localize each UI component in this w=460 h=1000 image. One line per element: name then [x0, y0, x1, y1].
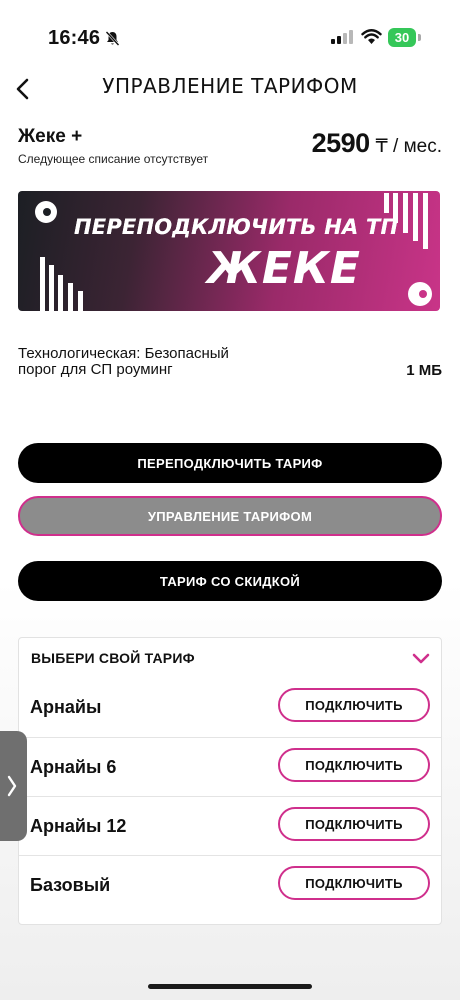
tariff-name: Жеке + [18, 126, 83, 147]
manage-tariff-button[interactable]: УПРАВЛЕНИЕ ТАРИФОМ [18, 496, 442, 536]
connect-button[interactable]: ПОДКЛЮЧИТЬ [278, 807, 430, 841]
banner-tariff-name: ЖЕКЕ [207, 243, 361, 294]
side-panel-handle[interactable] [0, 731, 27, 841]
battery-icon: 30 [388, 28, 416, 47]
page-title: УПРАВЛЕНИЕ ТАРИФОМ [102, 74, 358, 98]
tariff-price: 2590 ₸ / мес. [312, 128, 442, 159]
price-unit: ₸ / мес. [375, 136, 442, 157]
tariff-row-name: Арнайы [30, 697, 102, 717]
connect-button[interactable]: ПОДКЛЮЧИТЬ [278, 866, 430, 900]
tariff-row: Арнайы ПОДКЛЮЧИТЬ [19, 678, 441, 737]
wifi-icon [361, 29, 382, 50]
choose-tariff-card: ВЫБЕРИ СВОЙ ТАРИФ Арнайы ПОДКЛЮЧИТЬ Арна… [18, 637, 442, 925]
tariff-row-name: Арнайы 12 [30, 816, 127, 836]
signal-icon [331, 30, 353, 49]
tariff-row: Базовый ПОДКЛЮЧИТЬ [19, 855, 441, 915]
price-amount: 2590 [311, 128, 371, 158]
tariff-row: Арнайы 6 ПОДКЛЮЧИТЬ [19, 737, 441, 797]
connect-button[interactable]: ПОДКЛЮЧИТЬ [278, 748, 430, 782]
status-time: 16:46 [48, 27, 101, 49]
tech-info-label: Технологическая: Безопасный порог для СП… [18, 345, 229, 378]
next-charge-note: Следующее списание отсутствует [18, 152, 209, 166]
bell-slash-icon [104, 30, 121, 52]
battery-tip [418, 34, 421, 41]
chevron-down-icon[interactable] [411, 648, 431, 673]
connect-button[interactable]: ПОДКЛЮЧИТЬ [278, 688, 430, 722]
discount-tariff-button[interactable]: ТАРИФ СО СКИДКОЙ [18, 561, 442, 601]
chevron-right-icon [7, 775, 16, 797]
battery-level: 30 [394, 30, 410, 45]
banner-headline: ПЕРЕПОДКЛЮЧИТЬ НА ТП [74, 215, 399, 239]
choose-tariff-title: ВЫБЕРИ СВОЙ ТАРИФ [31, 650, 195, 666]
tech-info-value: 1 МБ [406, 362, 442, 379]
status-bar: 16:46 30 [0, 0, 460, 70]
tariff-row-name: Базовый [30, 875, 111, 895]
home-indicator[interactable] [148, 984, 312, 989]
reconnect-tariff-button[interactable]: ПЕРЕПОДКЛЮЧИТЬ ТАРИФ [18, 443, 442, 483]
promo-banner[interactable]: ПЕРЕПОДКЛЮЧИТЬ НА ТП ЖЕКЕ [18, 191, 440, 311]
tariff-row-name: Арнайы 6 [30, 757, 117, 777]
tariff-row: Арнайы 12 ПОДКЛЮЧИТЬ [19, 796, 441, 856]
